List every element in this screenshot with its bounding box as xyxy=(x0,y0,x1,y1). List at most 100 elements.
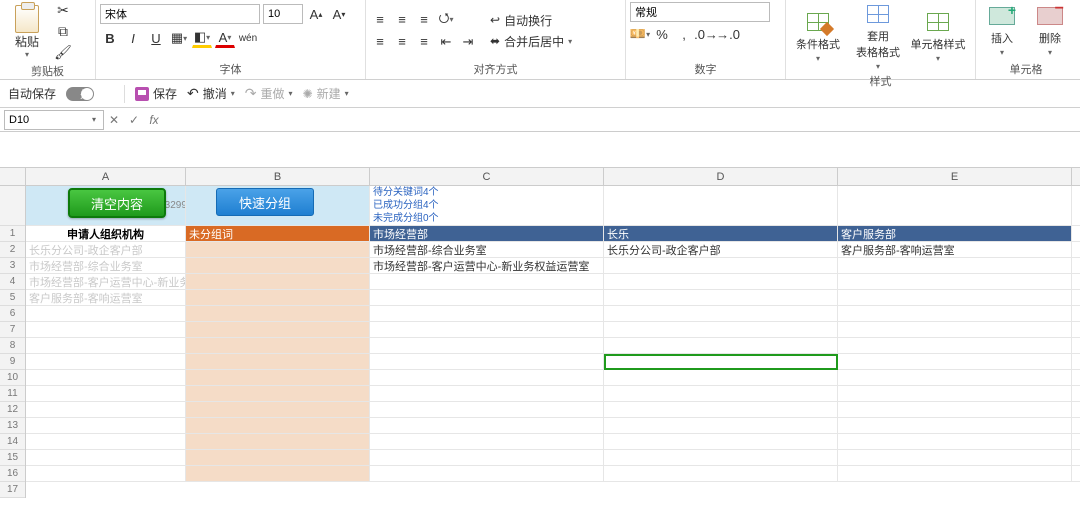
wrap-text-button[interactable]: ↩ 自动换行 xyxy=(490,12,572,29)
format-as-table-button[interactable]: 套用 表格格式 ▾ xyxy=(850,2,906,71)
insert-button[interactable]: 插入 ▾ xyxy=(980,4,1024,57)
link-undone[interactable]: 未完成分组0个 xyxy=(373,212,439,225)
cell[interactable] xyxy=(838,466,1072,481)
cell[interactable] xyxy=(838,370,1072,385)
cut-icon[interactable]: ✂ xyxy=(54,2,72,19)
cell[interactable] xyxy=(604,290,838,305)
cell[interactable] xyxy=(186,306,370,321)
border-button[interactable]: ▦▾ xyxy=(169,28,189,48)
cell-header[interactable]: 长乐 xyxy=(604,226,838,241)
cell[interactable] xyxy=(604,274,838,289)
cell-header[interactable]: 申请人组织机构 xyxy=(26,226,186,241)
link-pending[interactable]: 待分关键词4个 xyxy=(373,186,439,199)
cell[interactable] xyxy=(838,450,1072,465)
bold-button[interactable]: B xyxy=(100,28,120,48)
row-header[interactable]: 15 xyxy=(0,450,25,466)
grid-body[interactable]: ; 1532999 待分关键词4个 已成功分组4个 未完成分组0个 清空内容 快… xyxy=(26,186,1080,498)
row-header[interactable]: 8 xyxy=(0,338,25,354)
row-header[interactable]: 16 xyxy=(0,466,25,482)
row-header[interactable]: 13 xyxy=(0,418,25,434)
underline-button[interactable]: U xyxy=(146,28,166,48)
cell[interactable] xyxy=(838,274,1072,289)
cell[interactable]: 市场经营部-综合业务室 xyxy=(26,258,186,273)
name-box[interactable] xyxy=(4,110,104,130)
decrease-font-icon[interactable]: A▾ xyxy=(329,4,349,24)
cell[interactable] xyxy=(370,354,604,369)
row-header[interactable]: 9 xyxy=(0,354,25,370)
font-name-select[interactable] xyxy=(100,4,260,24)
number-format-select[interactable] xyxy=(630,2,770,22)
cell[interactable]: 市场经营部-客户运营中心-新业务权益运营室 xyxy=(26,274,186,289)
format-painter-icon[interactable]: 🖌 xyxy=(54,44,72,61)
cell[interactable] xyxy=(26,306,186,321)
cell[interactable]: 待分关键词4个 已成功分组4个 未完成分组0个 xyxy=(370,186,604,225)
cell[interactable] xyxy=(186,402,370,417)
currency-icon[interactable]: 💴▾ xyxy=(630,24,650,44)
font-size-select[interactable] xyxy=(263,4,303,24)
cell[interactable] xyxy=(838,354,1072,369)
cell[interactable] xyxy=(186,338,370,353)
merge-center-button[interactable]: ⬌ 合并后居中 ▾ xyxy=(490,33,572,50)
cell-header[interactable]: 市场经营部 xyxy=(370,226,604,241)
cell[interactable] xyxy=(186,242,370,257)
cell[interactable] xyxy=(26,338,186,353)
link-done[interactable]: 已成功分组4个 xyxy=(373,199,439,212)
col-header[interactable]: C xyxy=(370,168,604,185)
cell[interactable] xyxy=(838,434,1072,449)
row-header[interactable]: 4 xyxy=(0,274,25,290)
cell[interactable] xyxy=(26,418,186,433)
cell[interactable] xyxy=(604,402,838,417)
cell[interactable] xyxy=(370,322,604,337)
align-right-icon[interactable]: ≡ xyxy=(414,32,434,52)
namebox-dropdown-icon[interactable]: ▾ xyxy=(92,115,96,124)
cell[interactable] xyxy=(370,306,604,321)
row-header[interactable]: 6 xyxy=(0,306,25,322)
cell[interactable] xyxy=(838,186,1072,225)
cell[interactable] xyxy=(370,274,604,289)
cell[interactable] xyxy=(26,402,186,417)
row-header[interactable]: 7 xyxy=(0,322,25,338)
row-header[interactable]: 17 xyxy=(0,482,25,498)
orientation-icon[interactable]: ⭯▾ xyxy=(436,10,456,30)
row-header[interactable]: 10 xyxy=(0,370,25,386)
cell[interactable] xyxy=(370,290,604,305)
cell[interactable] xyxy=(604,322,838,337)
decrease-decimal-icon[interactable]: →.0 xyxy=(718,24,738,44)
cell-header[interactable]: 客户服务部 xyxy=(838,226,1072,241)
cell[interactable] xyxy=(604,338,838,353)
cell[interactable] xyxy=(186,434,370,449)
cell[interactable]: 长乐分公司-政企客户部 xyxy=(604,242,838,257)
cell[interactable] xyxy=(838,338,1072,353)
redo-button[interactable]: ↷ 重做 ▾ xyxy=(245,85,293,102)
save-button[interactable]: 保存 xyxy=(135,85,177,102)
cell[interactable] xyxy=(26,386,186,401)
percent-icon[interactable]: % xyxy=(652,24,672,44)
phonetic-button[interactable]: wén xyxy=(238,28,258,48)
cell[interactable] xyxy=(26,466,186,481)
cell[interactable] xyxy=(838,418,1072,433)
row-header[interactable]: 1 xyxy=(0,226,25,242)
cell[interactable] xyxy=(604,466,838,481)
align-top-icon[interactable]: ≡ xyxy=(370,10,390,30)
cell[interactable] xyxy=(370,466,604,481)
cell[interactable] xyxy=(838,290,1072,305)
cell-styles-button[interactable]: 单元格样式 ▾ xyxy=(910,10,966,63)
cell[interactable] xyxy=(26,354,186,369)
cell[interactable] xyxy=(604,434,838,449)
cell[interactable] xyxy=(370,418,604,433)
conditional-format-button[interactable]: 条件格式 ▾ xyxy=(790,10,846,63)
col-header[interactable]: B xyxy=(186,168,370,185)
quick-group-button[interactable]: 快速分组 xyxy=(216,188,314,216)
cell[interactable] xyxy=(186,386,370,401)
paste-button[interactable]: 粘贴 ▾ xyxy=(4,5,50,59)
row-header[interactable]: 12 xyxy=(0,402,25,418)
select-all-corner[interactable] xyxy=(0,168,26,185)
row-header[interactable] xyxy=(0,186,25,226)
cell[interactable] xyxy=(26,434,186,449)
row-header[interactable]: 5 xyxy=(0,290,25,306)
cell[interactable] xyxy=(186,322,370,337)
cell[interactable] xyxy=(186,418,370,433)
cell[interactable] xyxy=(838,402,1072,417)
cell[interactable] xyxy=(186,290,370,305)
cell[interactable] xyxy=(604,386,838,401)
